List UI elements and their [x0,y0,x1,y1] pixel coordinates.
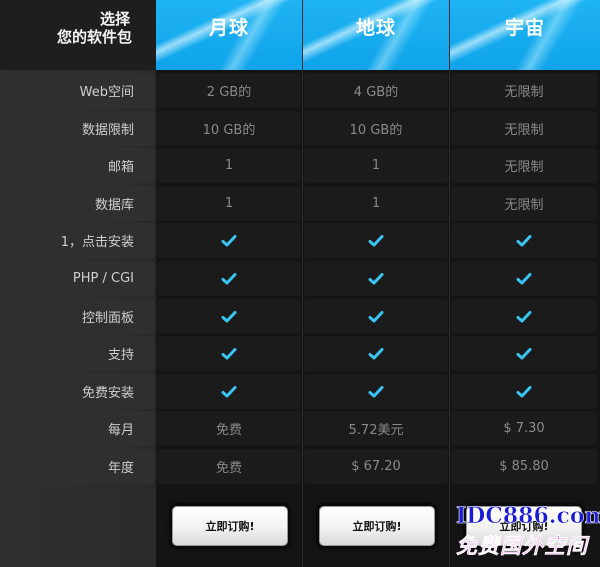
plan-header-moon: 月球 [156,0,302,70]
check-icon [451,374,597,409]
cell-value: 免费 [157,449,301,484]
table-row: PHP / CGI [8,261,600,296]
plan-name: 月球 [208,16,249,39]
check-icon [157,261,301,296]
cell-value: 1 [157,148,301,183]
check-icon [451,299,597,334]
row-label: 支持 [8,336,154,371]
check-icon [157,374,301,409]
table-row: 1，点击安装 [8,223,600,258]
check-icon [304,299,448,334]
check-icon [304,261,448,296]
table-row: 邮箱 1 1 无限制 [8,148,600,183]
check-icon [451,261,597,296]
check-icon [304,374,448,409]
cell-value: 1 [304,186,448,221]
cell-value: $ 67.20 [304,449,448,484]
cell-value: 无限制 [451,73,597,108]
title-line-1: 选择 [99,10,130,28]
check-icon [157,223,301,258]
plan-header-universe: 宇宙 [450,0,600,70]
cell-value: 无限制 [451,148,597,183]
row-label: 1，点击安装 [8,223,154,258]
watermark: IDC886.com 免费国外空间 [454,503,600,567]
cell-value: 无限制 [451,186,597,221]
table-row: 控制面板 [8,299,600,334]
row-label: 每月 [8,411,154,446]
row-label: 控制面板 [8,299,154,334]
check-icon [451,336,597,371]
watermark-line-1: IDC886.com [456,503,600,530]
cell-value: 10 GB的 [157,111,301,146]
cell-value: 5.72美元 [304,411,448,446]
cell-value: $ 85.80 [451,449,597,484]
row-label: 数据库 [8,186,154,221]
row-label: 邮箱 [8,148,154,183]
row-label: 免费安装 [8,374,154,409]
plan-header-earth: 地球 [303,0,449,70]
check-icon [451,223,597,258]
plan-name: 宇宙 [504,16,545,39]
watermark-line-2: 免费国外空间 [456,533,588,559]
cell-value: 10 GB的 [304,111,448,146]
table-row: 数据库 1 1 无限制 [8,186,600,221]
cell-value: $ 7.30 [451,411,597,446]
order-button-earth[interactable]: 立即订购! [319,506,435,546]
cell-value: 1 [304,148,448,183]
table-row: Web空间 2 GB的 4 GB的 无限制 [8,73,600,108]
check-icon [157,299,301,334]
table-row: 免费安装 [8,374,600,409]
check-icon [304,223,448,258]
row-label: 年度 [8,449,154,484]
table-row: 支持 [8,336,600,371]
order-button-moon[interactable]: 立即订购! [172,506,288,546]
table-row: 每月 免费 5.72美元 $ 7.30 [8,411,600,446]
table-row: 年度 免费 $ 67.20 $ 85.80 [8,449,600,484]
cell-value: 1 [157,186,301,221]
row-label: PHP / CGI [8,261,154,296]
package-title: 选择 您的软件包 [0,0,156,70]
cell-value: 2 GB的 [157,73,301,108]
cell-value: 无限制 [451,111,597,146]
table-row: 数据限制 10 GB的 10 GB的 无限制 [8,111,600,146]
check-icon [157,336,301,371]
row-label: Web空间 [8,73,154,108]
check-icon [304,336,448,371]
cell-value: 免费 [157,411,301,446]
plan-name: 地球 [355,16,396,39]
cell-value: 4 GB的 [304,73,448,108]
row-label: 数据限制 [8,111,154,146]
title-line-2: 您的软件包 [56,28,132,46]
